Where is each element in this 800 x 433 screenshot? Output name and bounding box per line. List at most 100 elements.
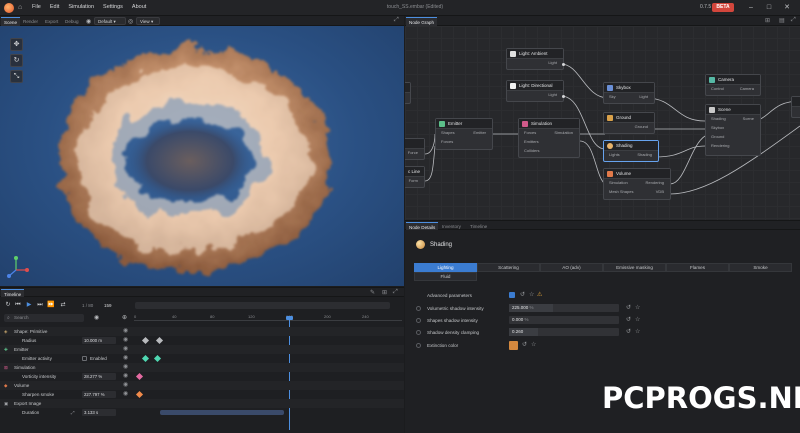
segment-lighting[interactable]: Lighting	[414, 263, 477, 272]
keyframe[interactable]	[141, 336, 150, 345]
grid-icon[interactable]: ⊞	[765, 17, 770, 24]
duration-bar[interactable]	[160, 410, 284, 415]
visibility-icon[interactable]: ◉	[123, 337, 128, 344]
shapes-shadow-field[interactable]: 0.000 %	[509, 316, 619, 324]
eye-icon[interactable]: ◎	[128, 18, 133, 25]
visibility-icon[interactable]: ◉	[123, 364, 128, 371]
track-duration[interactable]: Duration ⤢ 3.133 s	[0, 408, 404, 417]
render-viewport[interactable]: ✥ ↻ ⤡	[0, 26, 404, 286]
menu-edit[interactable]: Edit	[50, 4, 59, 10]
menu-about[interactable]: About	[132, 4, 146, 10]
pen-icon[interactable]: ✎	[370, 289, 375, 296]
keyframe-radio[interactable]	[416, 306, 421, 311]
segment-scattering[interactable]: Scattering	[477, 263, 540, 272]
maximize-icon[interactable]: □	[764, 3, 774, 13]
grid-icon[interactable]: ⊞	[382, 289, 387, 296]
node-scene[interactable]: Scene Shading Scene Skybox Ground Render…	[705, 104, 761, 156]
current-frame[interactable]: 159	[104, 303, 112, 308]
preset-dropdown[interactable]: Default ▾	[94, 17, 126, 25]
menu-settings[interactable]: Settings	[103, 4, 123, 10]
port-dot[interactable]	[562, 95, 565, 98]
node-camera[interactable]: Camera Control Camera	[705, 74, 761, 96]
segment-fluid[interactable]: Fluid	[414, 272, 477, 281]
keyframe[interactable]	[135, 372, 144, 381]
shadow-density-field[interactable]: 0.260	[509, 328, 619, 336]
track-search-input[interactable]: ⌕ Search	[4, 314, 84, 322]
visibility-icon[interactable]: ◉	[123, 346, 128, 353]
minimize-icon[interactable]: –	[746, 3, 756, 13]
node-partial-left[interactable]	[405, 82, 411, 104]
star-icon[interactable]: ☆	[635, 304, 640, 312]
node-graph-canvas[interactable]: Light: Ambient Light Light: Directional …	[405, 26, 800, 220]
tab-node-graph[interactable]: Node Graph	[406, 17, 438, 26]
track-export-image[interactable]: ▣ Export Image	[0, 399, 404, 408]
track-volume[interactable]: ◆ Volume ◉	[0, 381, 404, 390]
extinction-color-swatch[interactable]	[509, 341, 518, 350]
segment-ao[interactable]: AO (adv)	[540, 263, 603, 272]
port-dot[interactable]	[562, 63, 565, 66]
tab-export[interactable]: Export	[42, 17, 61, 26]
node-partial-right[interactable]	[791, 96, 800, 118]
rotate-tool-icon[interactable]: ↻	[10, 54, 23, 67]
reset-icon[interactable]: ↺	[626, 304, 631, 312]
track-vorticity-intensity[interactable]: Vorticity intensity 28.277 % ◉	[0, 372, 404, 381]
node-ground[interactable]: Ground Ground	[603, 112, 655, 134]
keyframe-radio[interactable]	[416, 343, 421, 348]
node-shading[interactable]: Shading Lights Shading	[603, 140, 659, 162]
keyframe[interactable]	[153, 354, 162, 363]
track-radius[interactable]: Radius 10.000 m ◉	[0, 336, 404, 345]
expand-graph-icon[interactable]: ⤢	[791, 17, 796, 24]
tab-render[interactable]: Render	[20, 17, 41, 26]
axis-gizmo[interactable]	[7, 256, 29, 278]
view-dropdown[interactable]: View ▾	[136, 17, 160, 25]
star-icon[interactable]: ☆	[529, 291, 534, 299]
step-forward-icon[interactable]: ⏭	[36, 301, 44, 309]
keyframe-radio[interactable]	[416, 330, 421, 335]
node-light-ambient[interactable]: Light: Ambient Light	[506, 48, 565, 70]
reset-icon[interactable]: ↺	[520, 291, 525, 299]
segment-smoke[interactable]: Smoke	[729, 263, 792, 272]
skip-start-icon[interactable]: ⏮	[14, 301, 22, 309]
sharpen-value[interactable]: 227.797 %	[82, 391, 116, 398]
advanced-checkbox[interactable]	[509, 292, 515, 298]
segment-flames[interactable]: Flames	[666, 263, 729, 272]
keyframe-radio[interactable]	[416, 318, 421, 323]
star-icon[interactable]: ☆	[531, 341, 536, 349]
track-emitter-activity[interactable]: Emitter activity Enabled ◉	[0, 354, 404, 363]
move-tool-icon[interactable]: ✥	[10, 38, 23, 51]
close-icon[interactable]: ✕	[782, 3, 792, 13]
tab-scene[interactable]: Scene	[1, 17, 21, 26]
emitter-activity-checkbox[interactable]	[82, 356, 87, 361]
visibility-icon[interactable]: ◉	[123, 391, 128, 398]
duration-value[interactable]: 3.133 s	[82, 409, 116, 416]
keyframe[interactable]	[155, 336, 164, 345]
track-sharpen-smoke[interactable]: Sharpen smoke 227.797 % ◉	[0, 390, 404, 399]
radius-value[interactable]: 10.000 m	[82, 337, 116, 344]
layout-icon[interactable]: ▤	[779, 17, 785, 24]
repeat-icon[interactable]: ⇄	[59, 301, 67, 309]
segment-emissive-masking[interactable]: Emissive masking	[603, 263, 666, 272]
add-track-icon[interactable]: ⊕	[122, 314, 127, 321]
visibility-icon[interactable]: ◉	[123, 328, 128, 335]
fast-forward-icon[interactable]: ⏩	[47, 301, 55, 309]
node-line-partial[interactable]: c Line Form	[405, 166, 425, 188]
scale-tool-icon[interactable]: ⤡	[10, 70, 23, 83]
reset-icon[interactable]: ↺	[522, 341, 527, 349]
expand-timeline-icon[interactable]: ⤢	[393, 289, 398, 296]
node-light-directional[interactable]: Light: Directional Light	[506, 80, 565, 102]
node-simulation[interactable]: Simulation Forces Simulation Emitters Co…	[518, 118, 580, 158]
node-skybox[interactable]: Skybox Sky Light	[603, 82, 655, 104]
reset-icon[interactable]: ↺	[626, 328, 631, 336]
link-icon[interactable]: ⤢	[71, 408, 75, 417]
timeline-scroll-bar[interactable]	[135, 302, 390, 309]
home-icon[interactable]: ⌂	[18, 4, 26, 12]
expand-icon[interactable]: ⤢	[394, 17, 399, 24]
track-shape-primitive[interactable]: ◈ Shape: Primitive ◉	[0, 327, 404, 336]
volumetric-shadow-field[interactable]: 225.000 %	[509, 304, 619, 312]
menu-simulation[interactable]: Simulation	[68, 4, 94, 10]
vorticity-value[interactable]: 28.277 %	[82, 373, 116, 380]
track-simulation[interactable]: ⊠ Simulation ◉	[0, 363, 404, 372]
playhead-handle[interactable]	[286, 316, 293, 320]
keyframe[interactable]	[141, 354, 150, 363]
node-volume[interactable]: Volume Simulation Rendering Mesh Shapes …	[603, 168, 671, 200]
